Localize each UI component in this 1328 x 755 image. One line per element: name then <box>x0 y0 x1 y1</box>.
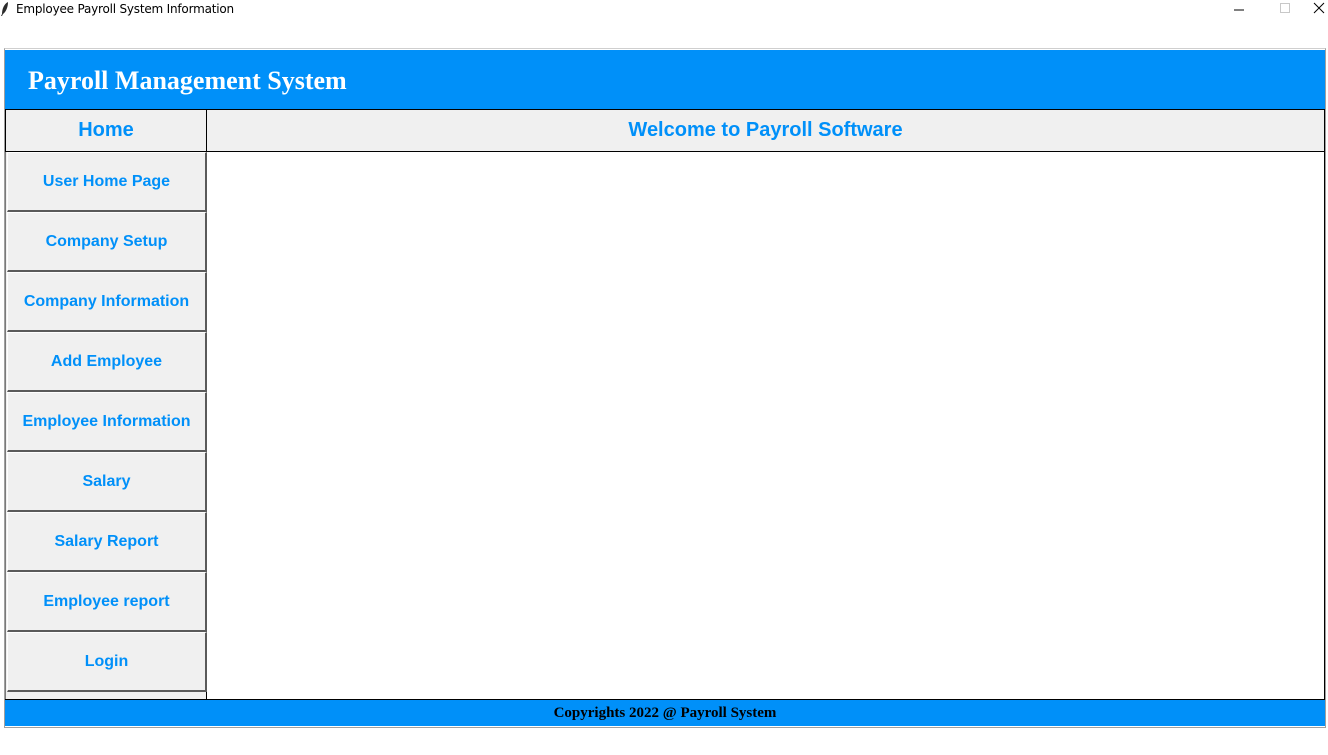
nav-button-employee-report[interactable]: Employee report <box>7 572 207 632</box>
app-title: Payroll Management System <box>28 66 347 95</box>
sidebar: User Home Page Company Setup Company Inf… <box>5 152 207 699</box>
window-titlebar[interactable]: Employee Payroll System Information <box>0 0 1328 20</box>
nav-button-employee-information[interactable]: Employee Information <box>7 392 207 452</box>
close-button[interactable] <box>1310 0 1328 20</box>
main-heading: Welcome to Payroll Software <box>207 109 1325 152</box>
app-header: Payroll Management System <box>5 50 1325 109</box>
maximize-button[interactable] <box>1270 0 1300 20</box>
minimize-button[interactable] <box>1224 0 1254 20</box>
nav-button-user-home-page[interactable]: User Home Page <box>7 152 207 212</box>
minimize-icon <box>1233 1 1245 19</box>
app-footer: Copyrights 2022 @ Payroll System <box>5 699 1325 726</box>
feather-icon <box>0 1 10 17</box>
close-icon <box>1313 1 1325 19</box>
sidebar-heading: Home <box>5 109 207 152</box>
footer-copyright: Copyrights 2022 @ Payroll System <box>553 704 777 721</box>
nav-button-salary-report[interactable]: Salary Report <box>7 512 207 572</box>
nav-button-login[interactable]: Login <box>7 632 207 692</box>
maximize-icon <box>1279 1 1291 19</box>
window-title: Employee Payroll System Information <box>16 2 234 16</box>
nav-button-company-information[interactable]: Company Information <box>7 272 207 332</box>
nav-button-salary[interactable]: Salary <box>7 452 207 512</box>
nav-button-company-setup[interactable]: Company Setup <box>7 212 207 272</box>
nav-button-add-employee[interactable]: Add Employee <box>7 332 207 392</box>
main-content-area <box>207 152 1325 699</box>
